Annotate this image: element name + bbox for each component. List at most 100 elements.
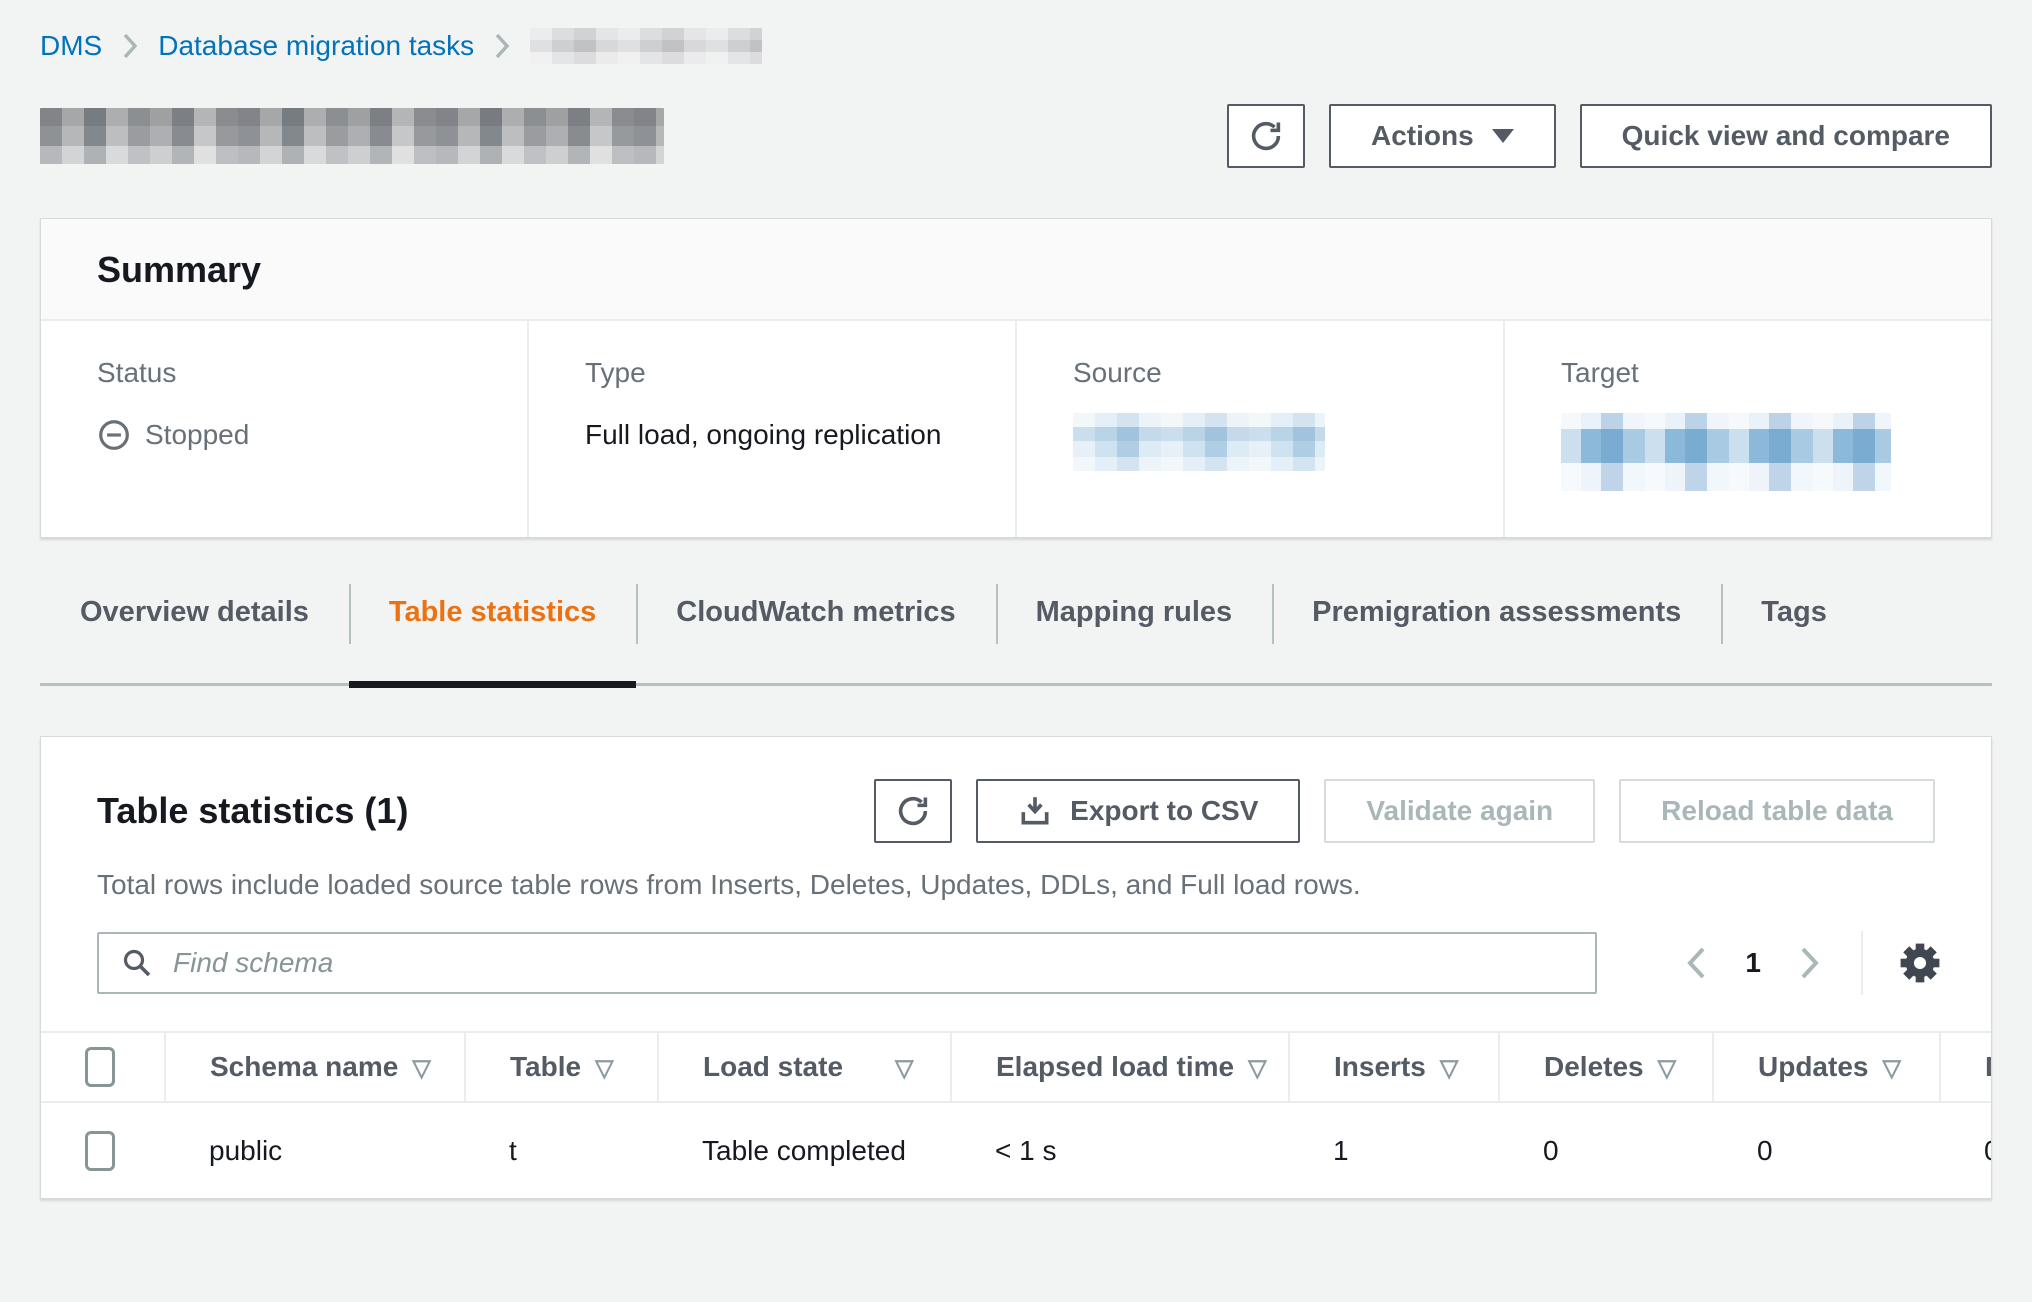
summary-field-status: Status Stopped: [41, 321, 527, 537]
actions-button[interactable]: Actions: [1329, 104, 1556, 168]
table-controls: 1: [41, 931, 1991, 995]
table-refresh-button[interactable]: [874, 779, 952, 843]
column-header-load-state[interactable]: Load state ▽: [658, 1032, 951, 1102]
column-label: Elapsed load time: [996, 1051, 1234, 1082]
column-header-elapsed-load-time[interactable]: Elapsed load time ▽: [951, 1032, 1289, 1102]
column-header-schema-name[interactable]: Schema name ▽: [165, 1032, 465, 1102]
table-statistics-actions: Export to CSV Validate again Reload tabl…: [874, 779, 1935, 843]
breadcrumb-link-dms[interactable]: DMS: [40, 30, 102, 62]
summary-field-source: Source: [1015, 321, 1503, 537]
quick-view-button-label: Quick view and compare: [1622, 120, 1950, 152]
refresh-icon: [1248, 118, 1284, 154]
export-to-csv-label: Export to CSV: [1070, 795, 1258, 827]
pagination: 1: [1685, 946, 1821, 980]
summary-field-type: Type Full load, ongoing replication: [527, 321, 1015, 537]
caret-down-icon: [1492, 129, 1514, 143]
type-label: Type: [585, 357, 959, 389]
search-input[interactable]: [171, 946, 1573, 980]
select-all-checkbox[interactable]: [85, 1047, 115, 1087]
preferences-button[interactable]: [1897, 940, 1943, 986]
summary-card-header: Summary: [41, 219, 1991, 321]
page-actions: Actions Quick view and compare: [1227, 104, 1992, 168]
cell-schema-name: public: [165, 1102, 465, 1198]
sort-icon[interactable]: ▽: [595, 1055, 613, 1082]
summary-card: Summary Status Stopped Type Full load, o…: [40, 218, 1992, 538]
refresh-icon: [895, 793, 931, 829]
row-checkbox[interactable]: [85, 1131, 115, 1171]
page-header: Actions Quick view and compare: [40, 104, 1992, 168]
column-header-ddls-truncated[interactable]: D: [1940, 1032, 1992, 1102]
table-statistics-card: Table statistics (1) Export to CSV Valid…: [40, 736, 1992, 1199]
download-icon: [1018, 794, 1052, 828]
controls-divider: [1861, 931, 1863, 995]
refresh-button[interactable]: [1227, 104, 1305, 168]
tab-overview-details[interactable]: Overview details: [40, 580, 349, 683]
cell-inserts: 1: [1289, 1102, 1499, 1198]
summary-title: Summary: [97, 249, 1935, 291]
page-title-redacted: [40, 108, 664, 164]
sort-icon[interactable]: ▽: [1658, 1055, 1676, 1082]
type-value: Full load, ongoing replication: [585, 413, 959, 457]
source-redacted-link[interactable]: [1073, 413, 1325, 471]
validate-again-label: Validate again: [1366, 795, 1553, 827]
cell-elapsed-load-time: < 1 s: [951, 1102, 1289, 1198]
sort-icon[interactable]: ▽: [1882, 1055, 1900, 1082]
target-redacted-link[interactable]: [1561, 413, 1891, 491]
previous-page-button[interactable]: [1685, 946, 1707, 980]
table-statistics-table: Schema name ▽ Table ▽ Load state ▽ Elapsed …: [41, 1031, 1992, 1198]
summary-body: Status Stopped Type Full load, ongoing r…: [41, 321, 1991, 537]
page: DMS Database migration tasks Actions Qui…: [0, 28, 2032, 1199]
chevron-right-icon: [1799, 946, 1821, 980]
cell-table: t: [465, 1102, 658, 1198]
validate-again-button[interactable]: Validate again: [1324, 779, 1595, 843]
status-value: Stopped: [145, 419, 249, 451]
tab-tags[interactable]: Tags: [1721, 580, 1867, 683]
schema-search: [97, 932, 1597, 994]
status-label: Status: [97, 357, 471, 389]
column-label: Schema name: [210, 1051, 398, 1082]
table-row: public t Table completed < 1 s 1 0 0 0: [41, 1102, 1992, 1198]
tab-cloudwatch-metrics[interactable]: CloudWatch metrics: [636, 580, 995, 683]
column-label: Table: [510, 1051, 581, 1082]
column-header-updates[interactable]: Updates ▽: [1713, 1032, 1940, 1102]
search-icon: [121, 947, 153, 979]
column-label: Deletes: [1544, 1051, 1644, 1082]
table-header-row: Schema name ▽ Table ▽ Load state ▽ Elapsed …: [41, 1032, 1992, 1102]
target-label: Target: [1561, 357, 1935, 389]
column-label: Inserts: [1334, 1051, 1426, 1082]
stopped-icon: [97, 418, 131, 452]
column-label: Updates: [1758, 1051, 1868, 1082]
reload-table-data-label: Reload table data: [1661, 795, 1893, 827]
quick-view-and-compare-button[interactable]: Quick view and compare: [1580, 104, 1992, 168]
summary-field-target: Target: [1503, 321, 1991, 537]
cell-updates: 0: [1713, 1102, 1940, 1198]
table-statistics-title: Table statistics (1): [97, 790, 408, 832]
column-header-deletes[interactable]: Deletes ▽: [1499, 1032, 1713, 1102]
table-statistics-description: Total rows include loaded source table r…: [41, 869, 1991, 901]
breadcrumb-chevron-icon: [494, 33, 510, 59]
gear-icon: [1897, 940, 1943, 986]
sort-icon[interactable]: ▽: [895, 1055, 913, 1082]
tab-bar: Overview details Table statistics CloudW…: [40, 580, 1992, 686]
cell-ddls-truncated: 0: [1940, 1102, 1992, 1198]
tab-table-statistics[interactable]: Table statistics: [349, 580, 636, 683]
reload-table-data-button[interactable]: Reload table data: [1619, 779, 1935, 843]
column-label: Load state: [703, 1051, 843, 1082]
breadcrumb-chevron-icon: [122, 33, 138, 59]
export-to-csv-button[interactable]: Export to CSV: [976, 779, 1300, 843]
source-label: Source: [1073, 357, 1447, 389]
column-header-inserts[interactable]: Inserts ▽: [1289, 1032, 1499, 1102]
breadcrumb: DMS Database migration tasks: [40, 28, 1992, 64]
breadcrumb-redacted-task-name: [530, 28, 762, 64]
actions-button-label: Actions: [1371, 120, 1474, 152]
column-label: D: [1985, 1051, 1992, 1082]
column-header-table[interactable]: Table ▽: [465, 1032, 658, 1102]
next-page-button[interactable]: [1799, 946, 1821, 980]
tab-mapping-rules[interactable]: Mapping rules: [996, 580, 1273, 683]
sort-icon[interactable]: ▽: [1248, 1055, 1266, 1082]
sort-icon[interactable]: ▽: [412, 1055, 430, 1082]
breadcrumb-link-database-migration-tasks[interactable]: Database migration tasks: [158, 30, 474, 62]
cell-load-state: Table completed: [658, 1102, 951, 1198]
tab-premigration-assessments[interactable]: Premigration assessments: [1272, 580, 1721, 683]
sort-icon[interactable]: ▽: [1440, 1055, 1458, 1082]
